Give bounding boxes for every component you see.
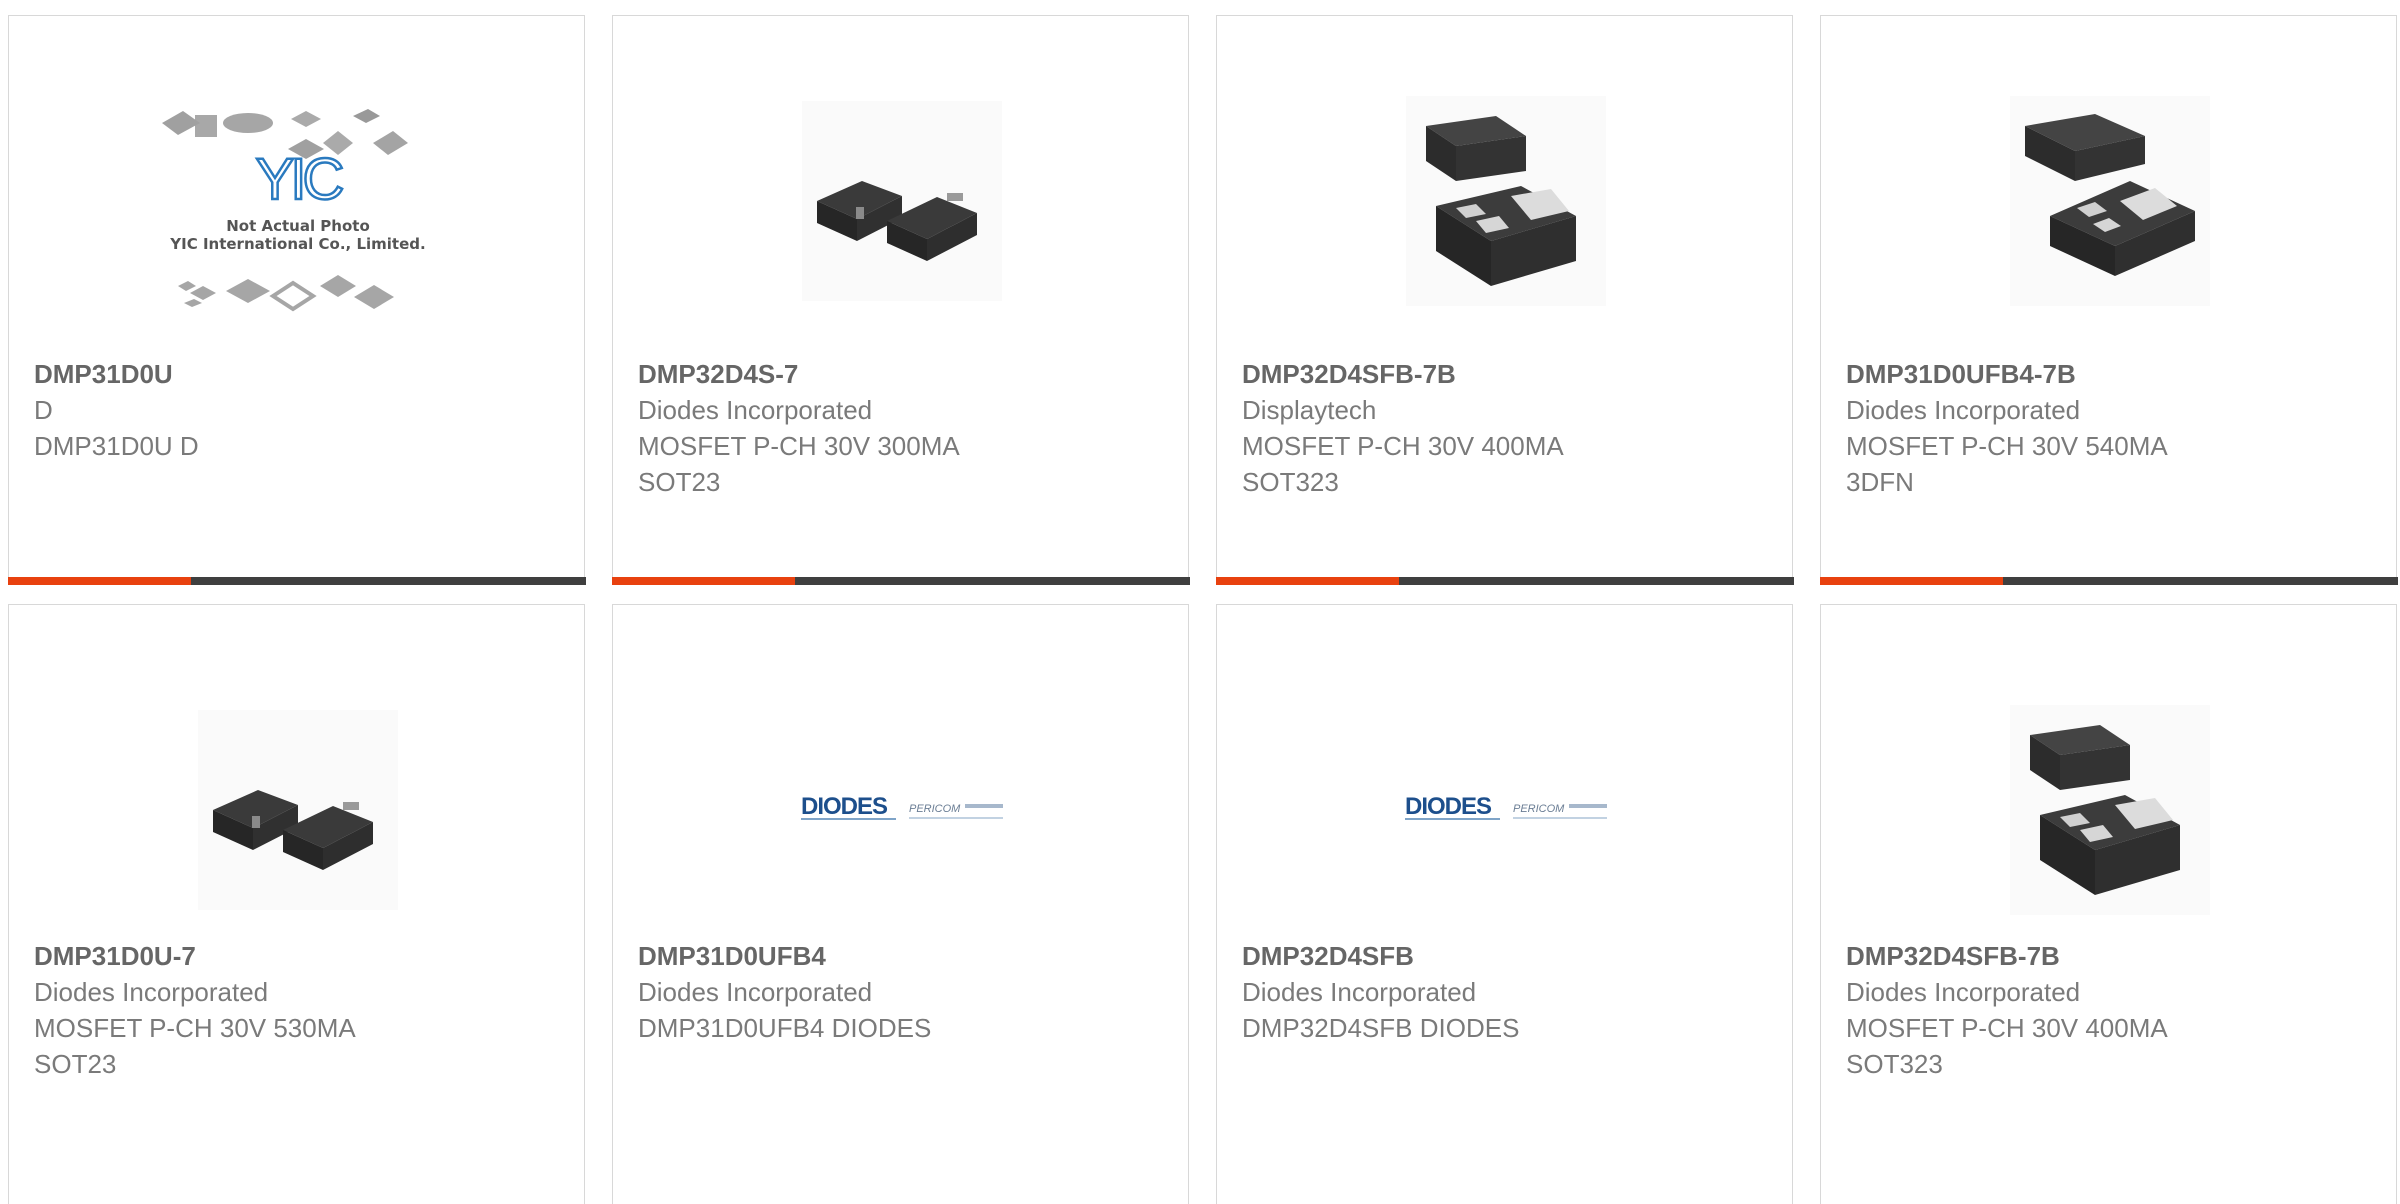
product-image[interactable]: DIODES PERICOM <box>1217 650 1794 970</box>
placeholder-line2: YIC International Co., Limited. <box>169 235 425 253</box>
part-number[interactable]: DMP31D0U-7 <box>34 938 564 974</box>
product-card[interactable]: DMP32D4SFB-7B Displaytech MOSFET P-CH 30… <box>1215 15 1794 585</box>
diodes-pericom-logo: DIODES PERICOM <box>1404 793 1607 820</box>
product-info: DMP31D0U D DMP31D0U D <box>34 356 564 464</box>
part-number[interactable]: DMP32D4S-7 <box>638 356 1168 392</box>
package: SOT323 <box>1846 1049 1943 1079</box>
card-bottom-bar <box>1819 577 2398 585</box>
product-image[interactable]: DIODES PERICOM <box>613 650 1190 970</box>
card-accent-bar <box>611 577 795 585</box>
card-bottom-bar <box>7 577 586 585</box>
manufacturer: Displaytech <box>1242 395 1377 425</box>
product-info: DMP32D4SFB Diodes Incorporated DMP32D4SF… <box>1242 938 1772 1046</box>
description: MOSFET P-CH 30V 400MA <box>1242 431 1564 461</box>
product-info: DMP32D4S-7 Diodes Incorporated MOSFET P-… <box>638 356 1168 500</box>
part-number[interactable]: DMP31D0U <box>34 356 564 392</box>
description: DMP31D0UFB4 DIODES <box>638 1013 932 1043</box>
product-image[interactable] <box>1217 36 1794 366</box>
product-grid: YIC Not Actual Photo YIC International C… <box>7 15 2400 1204</box>
description: DMP31D0U D <box>34 431 199 461</box>
description: MOSFET P-CH 30V 300MA <box>638 431 960 461</box>
product-image[interactable] <box>9 650 586 970</box>
product-info: DMP31D0U-7 Diodes Incorporated MOSFET P-… <box>34 938 564 1082</box>
product-card[interactable]: DMP31D0U-7 Diodes Incorporated MOSFET P-… <box>8 604 585 1204</box>
sot23-chip-image <box>801 101 1002 301</box>
manufacturer: Diodes Incorporated <box>34 977 269 1007</box>
product-card[interactable]: DMP31D0UFB4-7B Diodes Incorporated MOSFE… <box>1819 15 2398 585</box>
diodes-logo-text: DIODES <box>1405 793 1492 820</box>
product-image[interactable]: YIC Not Actual Photo YIC International C… <box>9 36 586 366</box>
product-card[interactable]: YIC Not Actual Photo YIC International C… <box>7 15 586 585</box>
part-number[interactable]: DMP31D0UFB4 <box>638 938 1168 974</box>
product-card[interactable]: DMP32D4SFB-7B Diodes Incorporated MOSFET… <box>1820 604 2397 1204</box>
card-bottom-bar <box>611 577 1190 585</box>
product-info: DMP31D0UFB4 Diodes Incorporated DMP31D0U… <box>638 938 1168 1046</box>
manufacturer: Diodes Incorporated <box>638 977 873 1007</box>
dfn-chip-pair-image <box>2009 96 2210 306</box>
manufacturer: D <box>34 395 53 425</box>
pericom-logo-text: PERICOM <box>1513 803 1565 815</box>
description: MOSFET P-CH 30V 400MA <box>1846 1013 2168 1043</box>
manufacturer: Diodes Incorporated <box>1242 977 1477 1007</box>
part-number[interactable]: DMP32D4SFB-7B <box>1846 938 2376 974</box>
product-info: DMP32D4SFB-7B Diodes Incorporated MOSFET… <box>1846 938 2376 1082</box>
package: SOT23 <box>34 1049 117 1079</box>
product-info: DMP31D0UFB4-7B Diodes Incorporated MOSFE… <box>1846 356 2376 500</box>
package: SOT323 <box>1242 467 1339 497</box>
package: 3DFN <box>1846 467 1914 497</box>
description: MOSFET P-CH 30V 530MA <box>34 1013 356 1043</box>
product-card[interactable]: DIODES PERICOM DMP32D4SFB Diodes Incorpo… <box>1216 604 1793 1204</box>
dfn-chip-pair-image <box>1405 96 1606 306</box>
card-accent-bar <box>1215 577 1399 585</box>
manufacturer: Diodes Incorporated <box>1846 977 2081 1007</box>
product-info: DMP32D4SFB-7B Displaytech MOSFET P-CH 30… <box>1242 356 1772 500</box>
description: DMP32D4SFB DIODES <box>1242 1013 1520 1043</box>
placeholder-line1: Not Actual Photo <box>226 217 370 235</box>
manufacturer: Diodes Incorporated <box>638 395 873 425</box>
product-image[interactable] <box>1821 36 2398 366</box>
sot23-chip-image <box>197 710 398 910</box>
pericom-logo-text: PERICOM <box>909 803 961 815</box>
card-accent-bar <box>1819 577 2003 585</box>
product-image[interactable] <box>613 36 1190 366</box>
part-number[interactable]: DMP31D0UFB4-7B <box>1846 356 2376 392</box>
dfn-chip-pair-image <box>2009 705 2210 915</box>
diodes-pericom-logo: DIODES PERICOM <box>800 793 1003 820</box>
part-number[interactable]: DMP32D4SFB <box>1242 938 1772 974</box>
svg-text:YIC: YIC <box>255 147 342 212</box>
yic-placeholder-image: YIC Not Actual Photo YIC International C… <box>161 109 425 312</box>
part-number[interactable]: DMP32D4SFB-7B <box>1242 356 1772 392</box>
manufacturer: Diodes Incorporated <box>1846 395 2081 425</box>
description: MOSFET P-CH 30V 540MA <box>1846 431 2168 461</box>
card-bottom-bar <box>1215 577 1794 585</box>
product-image[interactable] <box>1821 650 2398 970</box>
diodes-logo-text: DIODES <box>801 793 888 820</box>
package: SOT23 <box>638 467 721 497</box>
product-card[interactable]: DMP32D4S-7 Diodes Incorporated MOSFET P-… <box>611 15 1190 585</box>
card-accent-bar <box>7 577 191 585</box>
product-card[interactable]: DIODES PERICOM DMP31D0UFB4 Diodes Incorp… <box>612 604 1189 1204</box>
